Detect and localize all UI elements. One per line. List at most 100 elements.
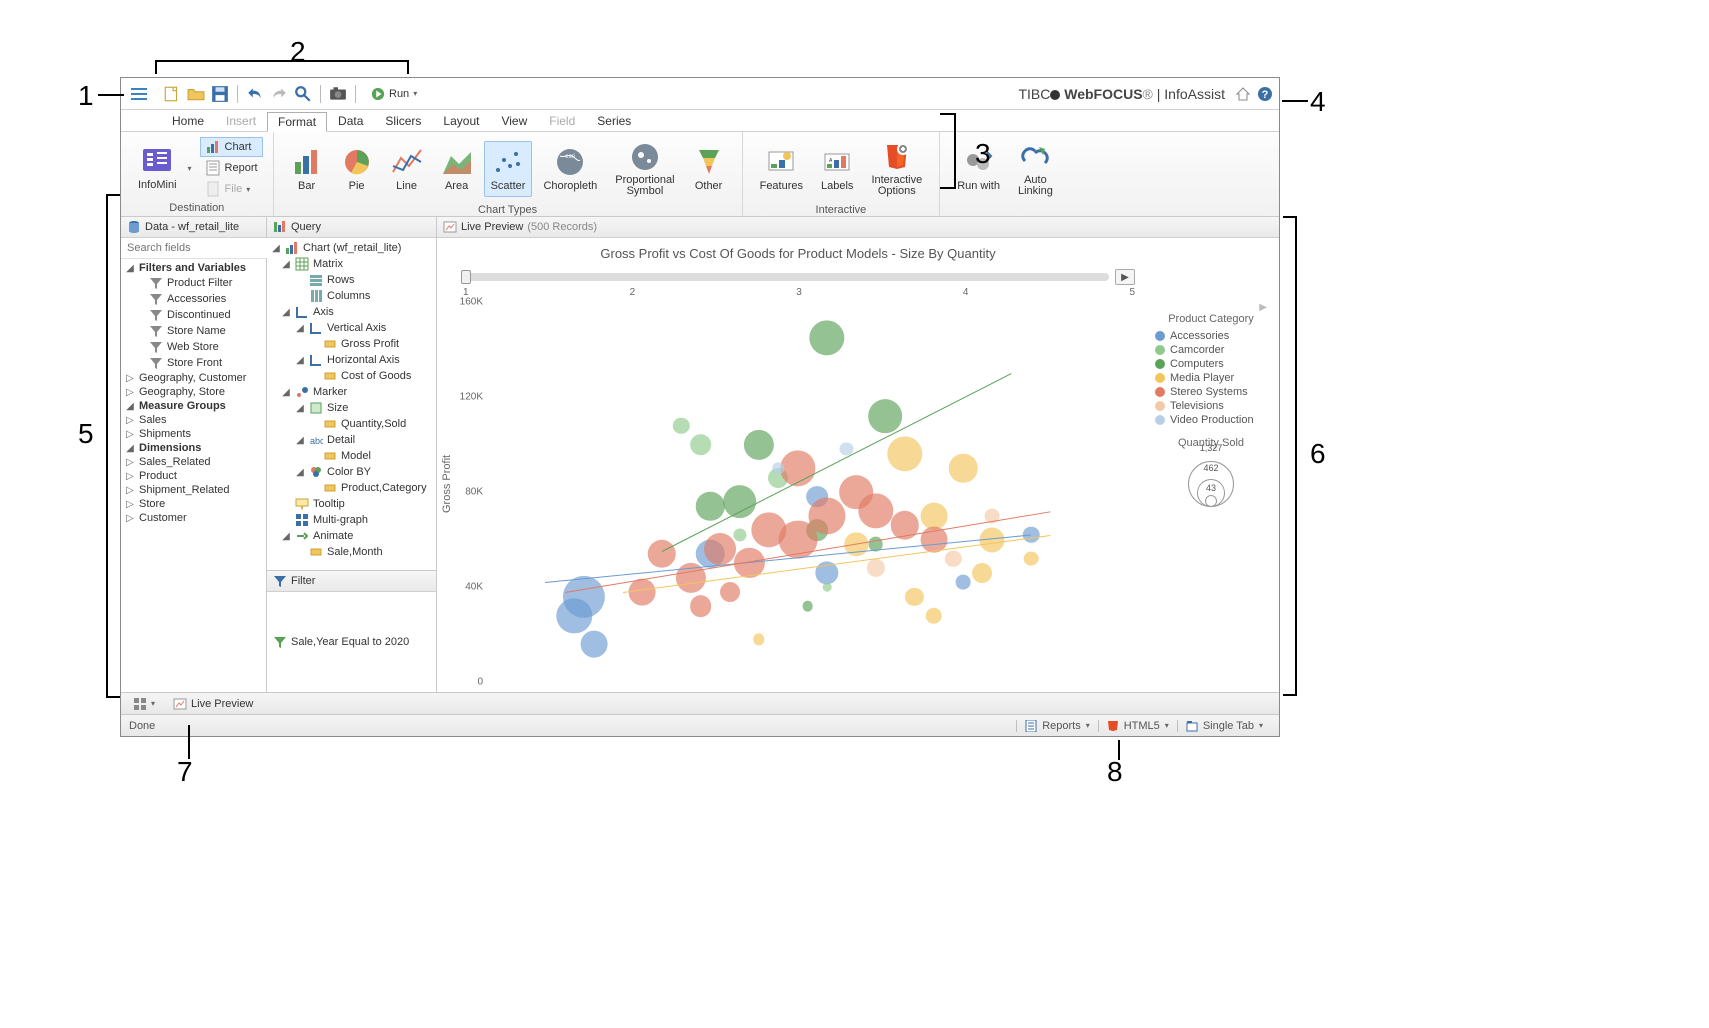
data-point[interactable] [972, 563, 992, 583]
camera-icon[interactable] [329, 85, 347, 103]
run-button[interactable]: Run ▾ [364, 84, 424, 104]
data-point[interactable] [720, 582, 740, 602]
data-point[interactable] [753, 634, 764, 645]
tab-view[interactable]: View [490, 111, 538, 131]
tab-layout[interactable]: Layout [432, 111, 490, 131]
tree-item[interactable]: ◢Filters and Variables [121, 261, 266, 275]
data-point[interactable] [808, 497, 845, 534]
tab-slicers[interactable]: Slicers [374, 111, 432, 131]
legend-collapse-icon[interactable]: ▶ [1155, 302, 1267, 313]
run-with-button[interactable]: Run with [950, 141, 1007, 197]
dest-file-button[interactable]: File▾ [200, 179, 263, 199]
tree-item[interactable]: ▷Customer [121, 511, 266, 525]
tree-item[interactable]: Web Store [121, 339, 266, 355]
data-point[interactable] [704, 533, 736, 565]
legend-item[interactable]: Media Player [1155, 371, 1267, 385]
app-menu-button[interactable] [127, 82, 151, 106]
chart-bar-button[interactable]: Bar [284, 141, 330, 197]
data-point[interactable] [949, 454, 978, 483]
save-icon[interactable] [211, 85, 229, 103]
tree-item[interactable]: ▷Geography, Store [121, 385, 266, 399]
tree-item[interactable]: Rows [267, 272, 436, 288]
tab-format[interactable]: Format [267, 112, 327, 132]
data-point[interactable] [809, 320, 844, 355]
filter-item[interactable]: Sale,Year Equal to 2020 [267, 592, 436, 692]
data-point[interactable] [629, 578, 656, 605]
data-point[interactable] [648, 540, 677, 569]
data-point[interactable] [744, 429, 774, 459]
tree-item[interactable]: ◢abcDetail [267, 432, 436, 448]
status-html5-dropdown[interactable]: HTML5▾ [1098, 720, 1177, 732]
tab-series[interactable]: Series [586, 111, 642, 131]
data-point[interactable] [1024, 551, 1039, 566]
tree-item[interactable]: Gross Profit [267, 336, 436, 352]
tree-item[interactable]: ◢Horizontal Axis [267, 352, 436, 368]
dest-chart-button[interactable]: Chart [200, 137, 263, 157]
tree-item[interactable]: ▷Geography, Customer [121, 371, 266, 385]
tree-item[interactable]: ◢Axis [267, 304, 436, 320]
auto-linking-button[interactable]: Auto Linking [1011, 136, 1060, 202]
tab-data[interactable]: Data [327, 111, 374, 131]
legend-item[interactable]: Video Production [1155, 413, 1267, 427]
redo-icon[interactable] [270, 85, 288, 103]
tree-item[interactable]: ▷Product [121, 469, 266, 483]
features-button[interactable]: Features [753, 141, 810, 197]
labels-button[interactable]: ALabels [814, 141, 860, 197]
tree-item[interactable]: Quantity,Sold [267, 416, 436, 432]
data-point[interactable] [887, 436, 922, 471]
infomini-button[interactable]: InfoMini [131, 140, 184, 196]
tree-item[interactable]: Model [267, 448, 436, 464]
tree-item[interactable]: Cost of Goods [267, 368, 436, 384]
data-point[interactable] [690, 434, 712, 456]
search-input[interactable] [121, 238, 275, 258]
data-point[interactable] [956, 575, 971, 590]
chart-area-button[interactable]: Area [434, 141, 480, 197]
tree-item[interactable]: ◢Chart (wf_retail_lite) [267, 240, 436, 256]
data-point[interactable] [690, 595, 712, 617]
tab-field[interactable]: Field [538, 111, 586, 131]
tree-item[interactable]: ◢Animate [267, 528, 436, 544]
open-icon[interactable] [187, 85, 205, 103]
tree-item[interactable]: ◢Size [267, 400, 436, 416]
live-preview-tab[interactable]: Live Preview [167, 696, 259, 712]
legend-item[interactable]: Televisions [1155, 399, 1267, 413]
tree-item[interactable]: ▷Shipment_Related [121, 483, 266, 497]
data-point[interactable] [580, 631, 607, 658]
tree-item[interactable]: Multi-graph [267, 512, 436, 528]
chart-pie-button[interactable]: Pie [334, 141, 380, 197]
tree-item[interactable]: ◢Color BY [267, 464, 436, 480]
data-point[interactable] [866, 559, 884, 577]
slider-thumb[interactable] [461, 270, 471, 284]
tree-item[interactable]: Store Name [121, 323, 266, 339]
tree-item[interactable]: Tooltip [267, 496, 436, 512]
data-point[interactable] [563, 575, 605, 617]
chevron-down-icon[interactable]: ▾ [188, 164, 192, 173]
legend-item[interactable]: Computers [1155, 357, 1267, 371]
tree-item[interactable]: Store Front [121, 355, 266, 371]
chart-proportional-button[interactable]: Proportional Symbol [608, 136, 681, 202]
animation-slider[interactable]: ▶ [445, 265, 1151, 287]
chart-other-button[interactable]: Other [686, 141, 732, 197]
tree-item[interactable]: ▷Sales_Related [121, 455, 266, 469]
status-singletab-dropdown[interactable]: Single Tab▾ [1177, 720, 1271, 732]
play-button[interactable]: ▶ [1115, 269, 1135, 285]
data-point[interactable] [926, 607, 943, 624]
help-icon[interactable]: ? [1257, 86, 1273, 102]
tree-item[interactable]: Product,Category [267, 480, 436, 496]
view-switch-button[interactable]: ▾ [127, 696, 161, 712]
data-point[interactable] [858, 493, 893, 528]
tree-item[interactable]: ◢Matrix [267, 256, 436, 272]
tree-item[interactable]: Accessories [121, 291, 266, 307]
undo-icon[interactable] [246, 85, 264, 103]
tree-item[interactable]: Sale,Month [267, 544, 436, 560]
tree-item[interactable]: ◢Vertical Axis [267, 320, 436, 336]
tree-item[interactable]: Columns [267, 288, 436, 304]
tree-item[interactable]: ▷Sales [121, 413, 266, 427]
tree-item[interactable]: Discontinued [121, 307, 266, 323]
data-point[interactable] [733, 528, 746, 541]
interactive-options-button[interactable]: Interactive Options [864, 136, 929, 202]
chart-choropleth-button[interactable]: esriChoropleth [536, 141, 604, 197]
tree-item[interactable]: ◢Dimensions [121, 441, 266, 455]
data-point[interactable] [905, 587, 923, 605]
legend-item[interactable]: Accessories [1155, 329, 1267, 343]
